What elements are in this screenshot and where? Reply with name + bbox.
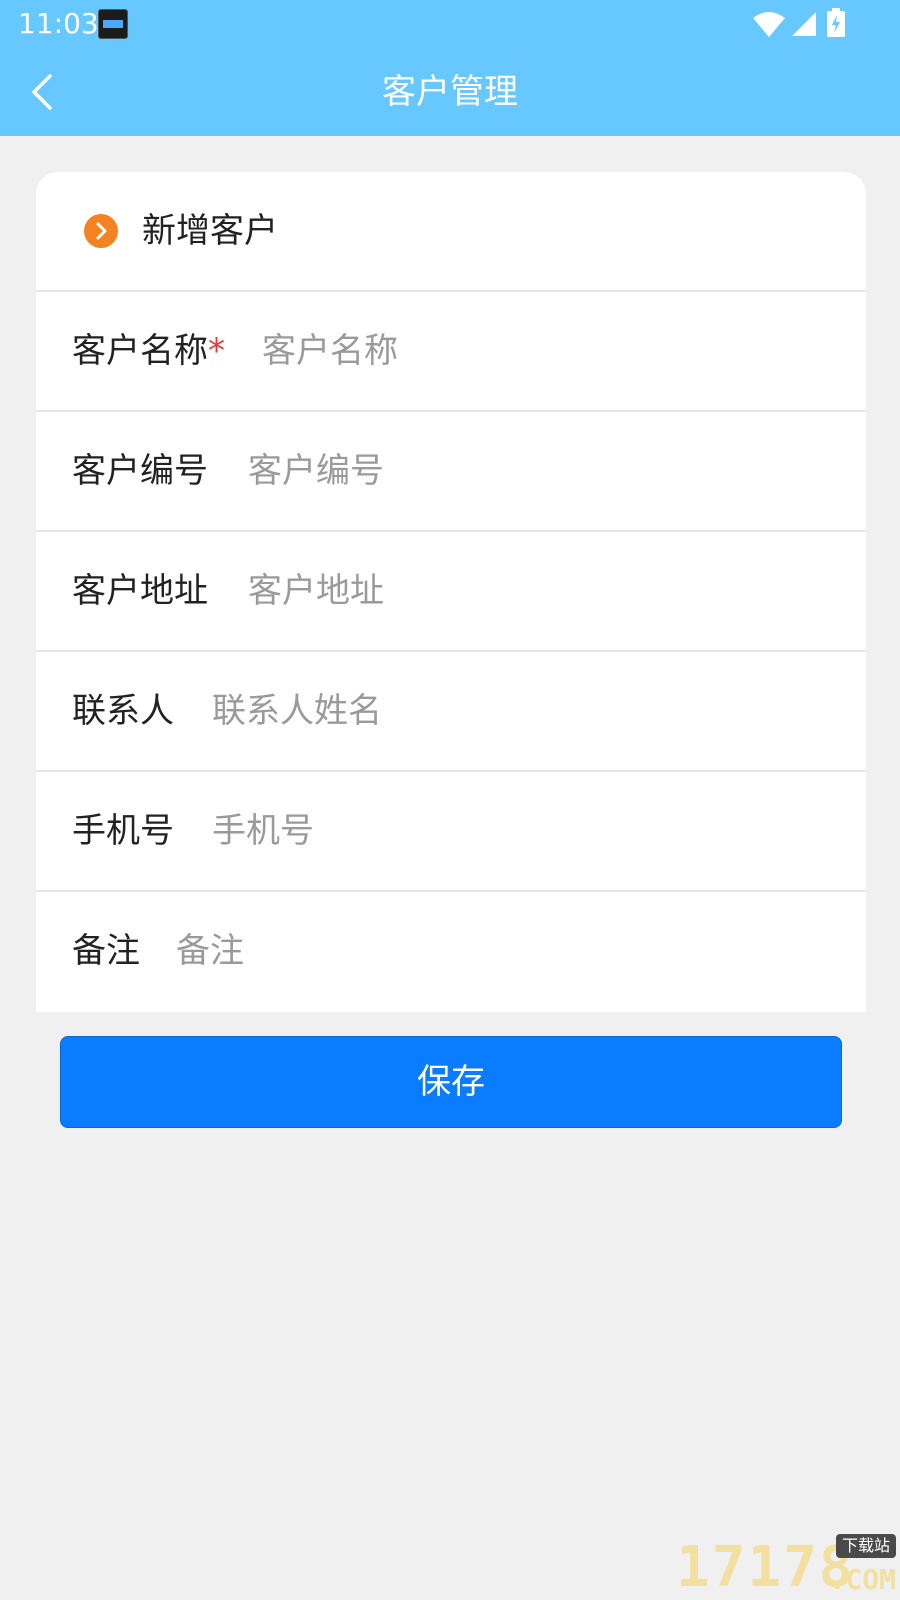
phone-label: 手机号 [72, 811, 174, 851]
customer-address-label: 客户地址 [72, 571, 208, 611]
customer-address-input[interactable] [248, 562, 808, 620]
remarks-label: 备注 [72, 931, 140, 971]
chevron-circle-right-icon [84, 214, 118, 248]
watermark-tag: 下载站 [835, 1534, 896, 1558]
required-mark: * [208, 331, 225, 371]
battery-charging-icon [827, 8, 845, 37]
site-watermark-logo: 17178 下载站 .COM [676, 1532, 900, 1600]
customer-name-label: 客户名称* [72, 331, 225, 371]
phone-row: 手机号 [36, 772, 866, 892]
wifi-icon [753, 12, 785, 37]
phone-input[interactable] [212, 802, 772, 860]
remarks-row: 备注 [36, 892, 866, 1012]
customer-address-row: 客户地址 [36, 532, 866, 652]
status-time: 11:03 [18, 7, 99, 40]
customer-code-input[interactable] [248, 442, 808, 500]
app-bar: 客户管理 [0, 48, 900, 136]
customer-code-row: 客户编号 [36, 412, 866, 532]
signal-icon [792, 12, 816, 36]
status-bar: 11:03 [0, 0, 900, 48]
contact-name-input[interactable] [212, 682, 772, 740]
contact-row: 联系人 [36, 652, 866, 772]
customer-name-row: 客户名称* [36, 292, 866, 412]
section-header: 新增客户 [36, 172, 866, 292]
customer-name-input[interactable] [262, 322, 822, 380]
save-button[interactable]: 保存 [60, 1036, 842, 1128]
section-title: 新增客户 [142, 211, 278, 251]
clock-widget-app-icon [98, 9, 128, 39]
chevron-left-icon[interactable] [22, 68, 66, 116]
page-title: 客户管理 [382, 72, 518, 112]
new-customer-card: 新增客户 客户名称* 客户编号 客户地址 联系人 手机号 备注 [36, 172, 866, 1012]
contact-label: 联系人 [72, 691, 174, 731]
customer-code-label: 客户编号 [72, 451, 208, 491]
watermark-suffix: .COM [828, 1563, 896, 1596]
remarks-input[interactable] [176, 922, 736, 980]
